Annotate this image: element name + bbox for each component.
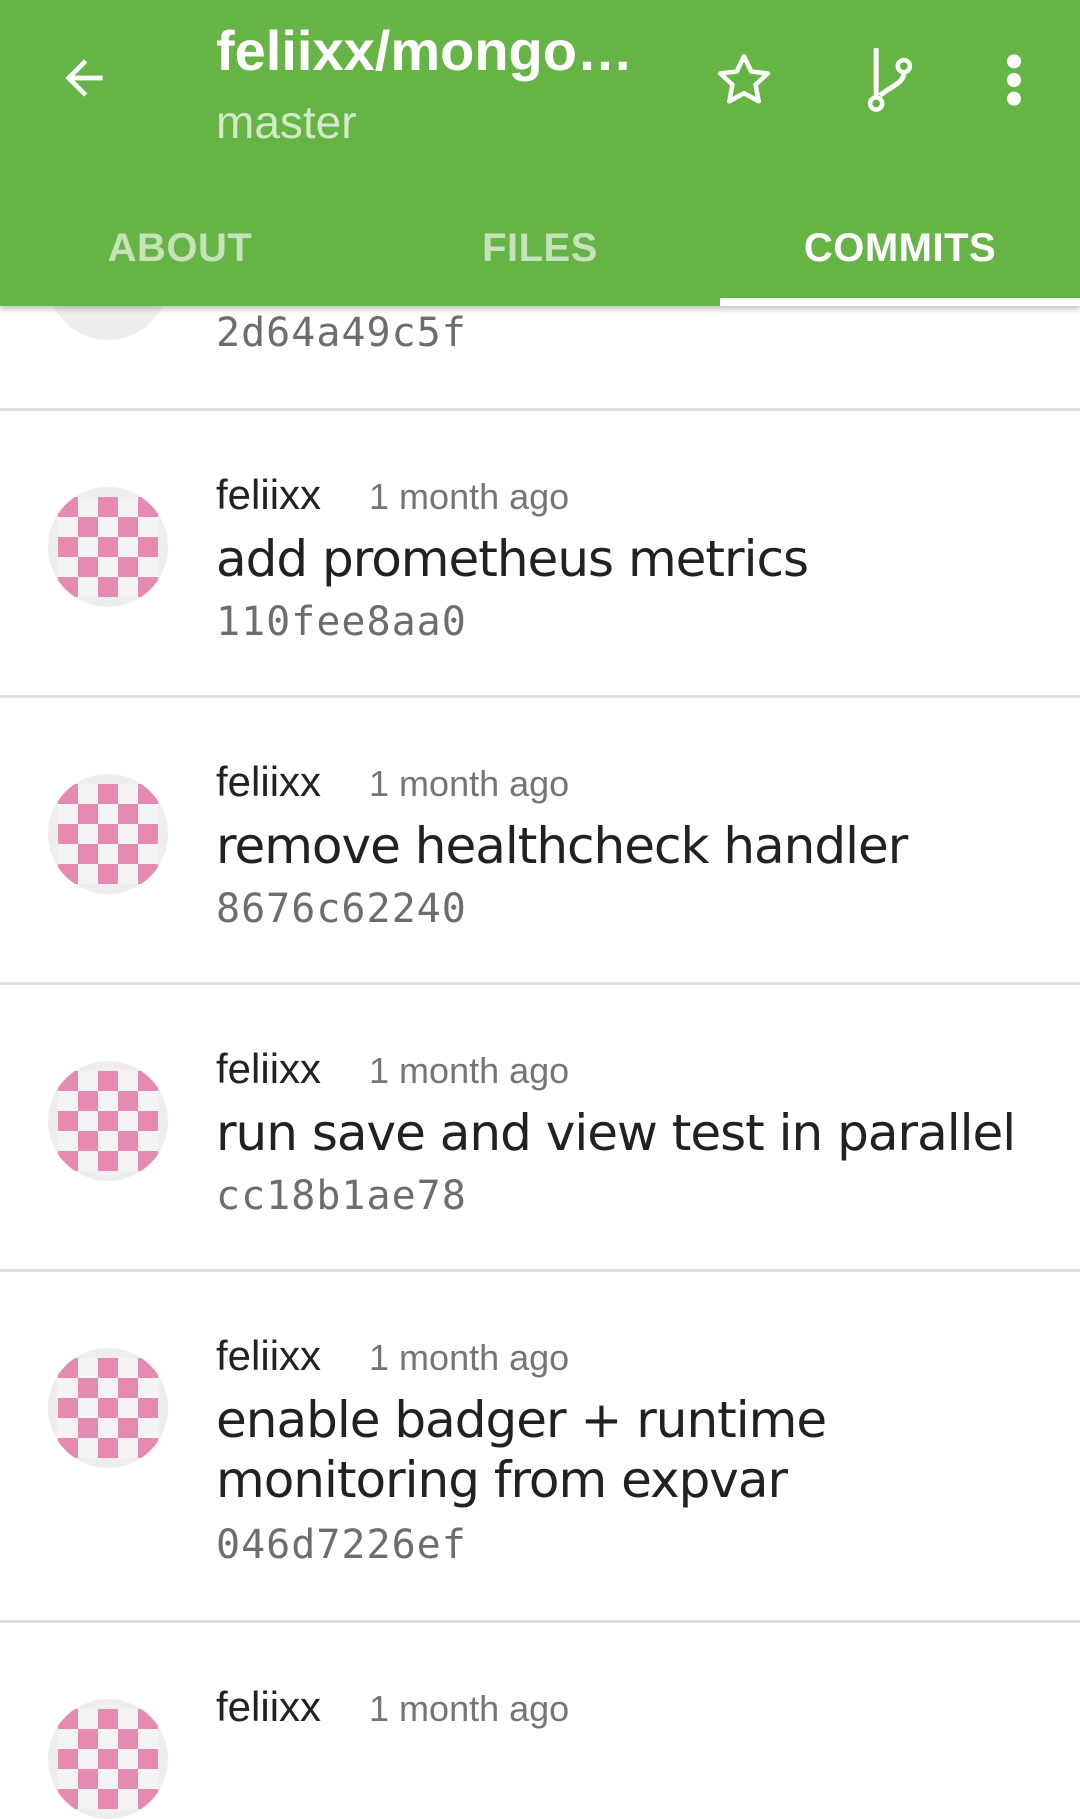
commit-sha: 046d7226ef — [216, 1522, 467, 1568]
commit-sha: 8676c62240 — [216, 886, 467, 932]
commit-author: feliixx — [216, 471, 322, 518]
commit-row[interactable]: feliixx 1 month ago enable badger + runt… — [0, 1272, 1080, 1623]
more-vert-icon — [1007, 54, 1021, 106]
avatar — [48, 1348, 168, 1468]
tab-bar: ABOUT FILES COMMITS — [0, 190, 1080, 306]
commit-message: remove healthcheck handler — [216, 817, 908, 875]
avatar — [48, 1699, 168, 1819]
commit-row[interactable]: feliixx 1 month ago — [0, 1623, 1080, 1819]
commit-author: feliixx — [216, 1332, 322, 1379]
back-button[interactable] — [44, 38, 124, 118]
commit-row[interactable]: feliixx 1 month ago run save and view te… — [0, 985, 1080, 1272]
git-branch-icon — [867, 48, 913, 112]
branch-subtitle: master — [216, 96, 357, 148]
avatar — [48, 1061, 168, 1181]
repo-title: feliixx/mongo… — [216, 19, 633, 82]
tab-commits[interactable]: COMMITS — [720, 190, 1080, 306]
commit-message: enable badger + runtime monitoring from … — [216, 1391, 827, 1509]
branch-button[interactable] — [848, 38, 932, 122]
avatar — [48, 487, 168, 607]
commit-row[interactable]: feliixx 1 month ago add prometheus metri… — [0, 411, 1080, 698]
commit-time: 1 month ago — [369, 1688, 570, 1729]
commit-sha: 110fee8aa0 — [216, 599, 467, 645]
commit-time: 1 month ago — [369, 1050, 570, 1091]
commit-message: run save and view test in parallel — [216, 1104, 1016, 1162]
commit-time: 1 month ago — [369, 476, 570, 517]
app-bar: feliixx/mongo… master ABOUT FILES COMMIT… — [0, 0, 1080, 306]
commit-row[interactable]: 2d64a49c5f — [0, 220, 1080, 411]
commit-message: add prometheus metrics — [216, 530, 809, 588]
commit-author: feliixx — [216, 758, 322, 805]
avatar — [48, 774, 168, 894]
commit-row[interactable]: feliixx 1 month ago remove healthcheck h… — [0, 698, 1080, 985]
more-options-button[interactable] — [972, 38, 1056, 122]
commit-author: feliixx — [216, 1683, 322, 1730]
commit-time: 1 month ago — [369, 1337, 570, 1378]
commit-sha: 2d64a49c5f — [216, 310, 467, 356]
arrow-back-icon — [65, 59, 103, 97]
commit-sha: cc18b1ae78 — [216, 1173, 467, 1219]
star-button[interactable] — [702, 38, 786, 122]
tab-about[interactable]: ABOUT — [0, 190, 360, 306]
commit-author: feliixx — [216, 1045, 322, 1092]
commit-time: 1 month ago — [369, 763, 570, 804]
star-outline-icon — [718, 54, 770, 104]
tab-files[interactable]: FILES — [360, 190, 720, 306]
commit-list: 2d64a49c5f feliixx 1 month ago add prome… — [0, 220, 1080, 1819]
